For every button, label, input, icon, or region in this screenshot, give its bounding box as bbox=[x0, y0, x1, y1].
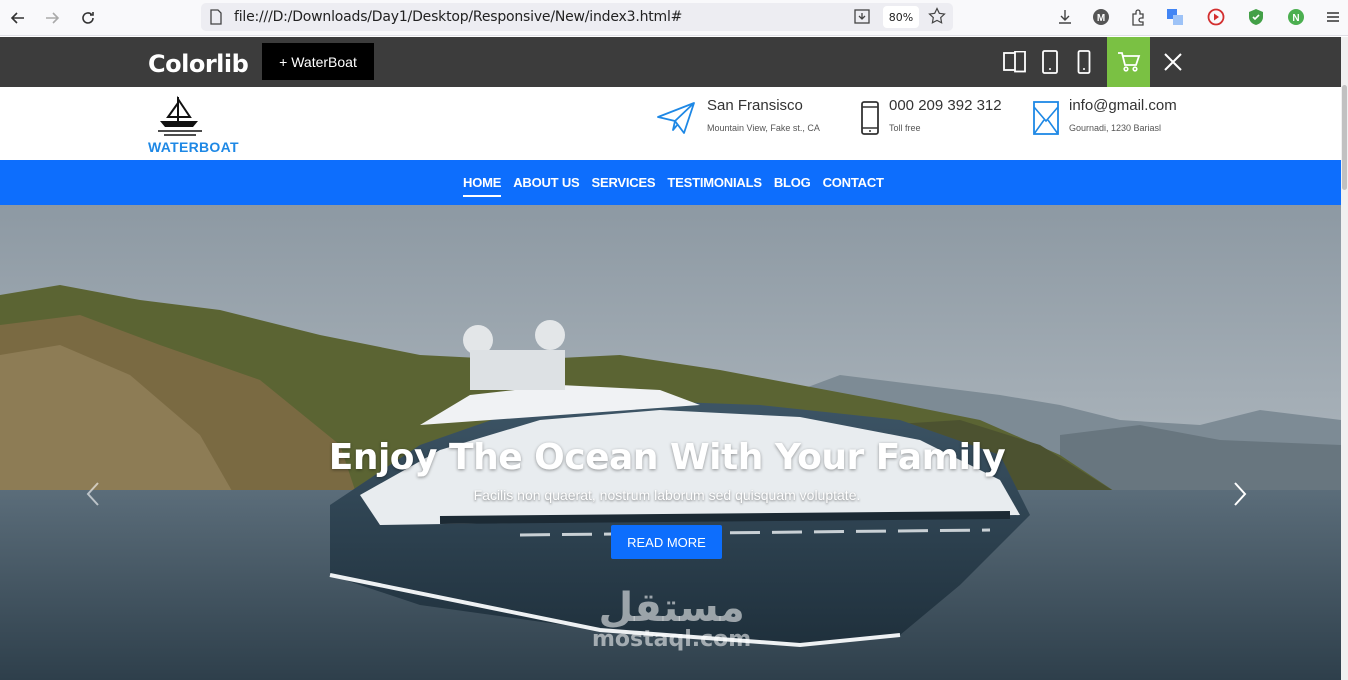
url-text: file:///D:/Downloads/Day1/Desktop/Respon… bbox=[234, 9, 683, 25]
reload-icon[interactable] bbox=[76, 6, 100, 30]
demo-topbar: Colorlib + WaterBoat bbox=[0, 37, 1341, 87]
cart-icon bbox=[1117, 52, 1140, 72]
play-extension-icon[interactable] bbox=[1205, 6, 1227, 28]
watermark-latin: mostaql.com bbox=[592, 627, 752, 652]
nav-contact[interactable]: CONTACT bbox=[823, 175, 884, 190]
email-title[interactable]: info@gmail.com bbox=[1069, 97, 1177, 114]
tablet-icon[interactable] bbox=[1038, 50, 1062, 74]
hero-slider: Enjoy The Ocean With Your Family Facilis… bbox=[0, 205, 1341, 680]
location-title: San Fransisco bbox=[707, 97, 803, 114]
brand-name[interactable]: Colorlib bbox=[148, 50, 249, 78]
desktop-tablet-icon[interactable] bbox=[1003, 50, 1027, 74]
contact-email: info@gmail.com Gournadi, 1230 Bariasl bbox=[1069, 97, 1177, 133]
phone-title: 000 209 392 312 bbox=[889, 97, 1002, 114]
nav-blog[interactable]: BLOG bbox=[774, 175, 811, 190]
forward-arrow-icon[interactable] bbox=[40, 6, 64, 30]
bookmark-star-icon[interactable] bbox=[928, 7, 946, 30]
phone-sub: Toll free bbox=[889, 123, 921, 133]
logo-text: WATERBOAT bbox=[148, 139, 239, 155]
phone-icon bbox=[860, 101, 880, 140]
template-name-button[interactable]: + WaterBoat bbox=[262, 43, 374, 80]
nav-services[interactable]: SERVICES bbox=[592, 175, 656, 190]
extensions-puzzle-icon[interactable] bbox=[1127, 6, 1149, 28]
n-extension-icon[interactable]: N bbox=[1285, 6, 1307, 28]
close-icon[interactable] bbox=[1160, 49, 1186, 75]
contact-location: San Fransisco Mountain View, Fake st., C… bbox=[707, 97, 820, 133]
svg-text:N: N bbox=[1292, 13, 1299, 24]
shield-extension-icon[interactable] bbox=[1245, 6, 1267, 28]
nav-testimonials[interactable]: TESTIMONIALS bbox=[667, 175, 762, 190]
site-header: WATERBOAT San Fransisco Mountain View, F… bbox=[0, 87, 1341, 160]
hero-title: Enjoy The Ocean With Your Family bbox=[328, 437, 1006, 478]
watermark: مستقل mostaql.com bbox=[592, 585, 751, 652]
contact-phone: 000 209 392 312 Toll free bbox=[889, 97, 1002, 133]
scrollbar-thumb[interactable] bbox=[1342, 85, 1347, 190]
envelope-icon bbox=[1033, 101, 1059, 140]
main-nav: HOME ABOUT US SERVICES TESTIMONIALS BLOG… bbox=[0, 160, 1341, 205]
download-page-icon[interactable] bbox=[853, 8, 871, 31]
page-scrollbar[interactable] bbox=[1341, 37, 1348, 680]
address-bar[interactable]: file:///D:/Downloads/Day1/Desktop/Respon… bbox=[201, 3, 953, 31]
mobile-icon[interactable] bbox=[1072, 50, 1096, 74]
back-arrow-icon[interactable] bbox=[6, 6, 30, 30]
page-icon bbox=[209, 9, 223, 30]
cart-button[interactable] bbox=[1107, 37, 1150, 87]
svg-text:M: M bbox=[1097, 13, 1105, 24]
m-extension-icon[interactable]: M bbox=[1090, 6, 1112, 28]
location-sub: Mountain View, Fake st., CA bbox=[707, 123, 820, 133]
nav-about-us[interactable]: ABOUT US bbox=[513, 175, 579, 190]
paper-plane-icon bbox=[657, 101, 695, 140]
menu-hamburger-icon[interactable] bbox=[1322, 6, 1344, 28]
zoom-level[interactable]: 80% bbox=[883, 6, 919, 28]
browser-toolbar: file:///D:/Downloads/Day1/Desktop/Respon… bbox=[0, 0, 1348, 36]
nav-home[interactable]: HOME bbox=[463, 175, 502, 197]
downloads-icon[interactable] bbox=[1054, 6, 1076, 28]
read-more-button[interactable]: READ MORE bbox=[611, 525, 722, 559]
watermark-arabic: مستقل bbox=[598, 585, 745, 631]
translate-icon[interactable] bbox=[1164, 6, 1186, 28]
email-sub: Gournadi, 1230 Bariasl bbox=[1069, 123, 1162, 133]
hero-subtitle: Facilis non quaerat, nostrum laborum sed… bbox=[473, 487, 861, 503]
